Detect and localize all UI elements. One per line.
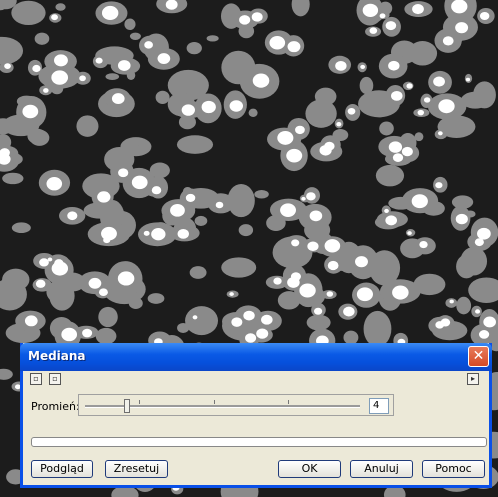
close-button[interactable]: ✕ — [468, 346, 489, 367]
cancel-button[interactable]: Anuluj — [350, 460, 413, 478]
reset-button[interactable]: Zresetuj — [105, 460, 168, 478]
preview-button[interactable]: Podgląd — [31, 460, 93, 478]
slider-thumb[interactable] — [124, 399, 130, 413]
radius-slider[interactable]: 4 — [78, 394, 394, 416]
close-icon: ✕ — [472, 348, 485, 364]
arrow-right-icon[interactable]: ▸ — [467, 373, 479, 385]
ok-button[interactable]: OK — [278, 460, 341, 478]
collapse-icon[interactable]: ▫ — [30, 373, 42, 385]
restore-icon[interactable]: ▫ — [49, 373, 61, 385]
slider-tick — [288, 400, 289, 404]
title-bar[interactable]: Mediana ✕ — [20, 343, 492, 371]
median-dialog: Mediana ✕ ▫ ▫ ▸ Promień: 4 Podgląd Zrese… — [20, 343, 492, 488]
radius-value-input[interactable]: 4 — [369, 398, 389, 414]
dialog-title: Mediana — [28, 349, 86, 363]
slider-tick — [214, 400, 215, 404]
radius-label: Promień: — [31, 400, 80, 413]
help-button[interactable]: Pomoc — [422, 460, 485, 478]
slider-tick — [139, 400, 140, 404]
progress-bar — [31, 437, 487, 447]
